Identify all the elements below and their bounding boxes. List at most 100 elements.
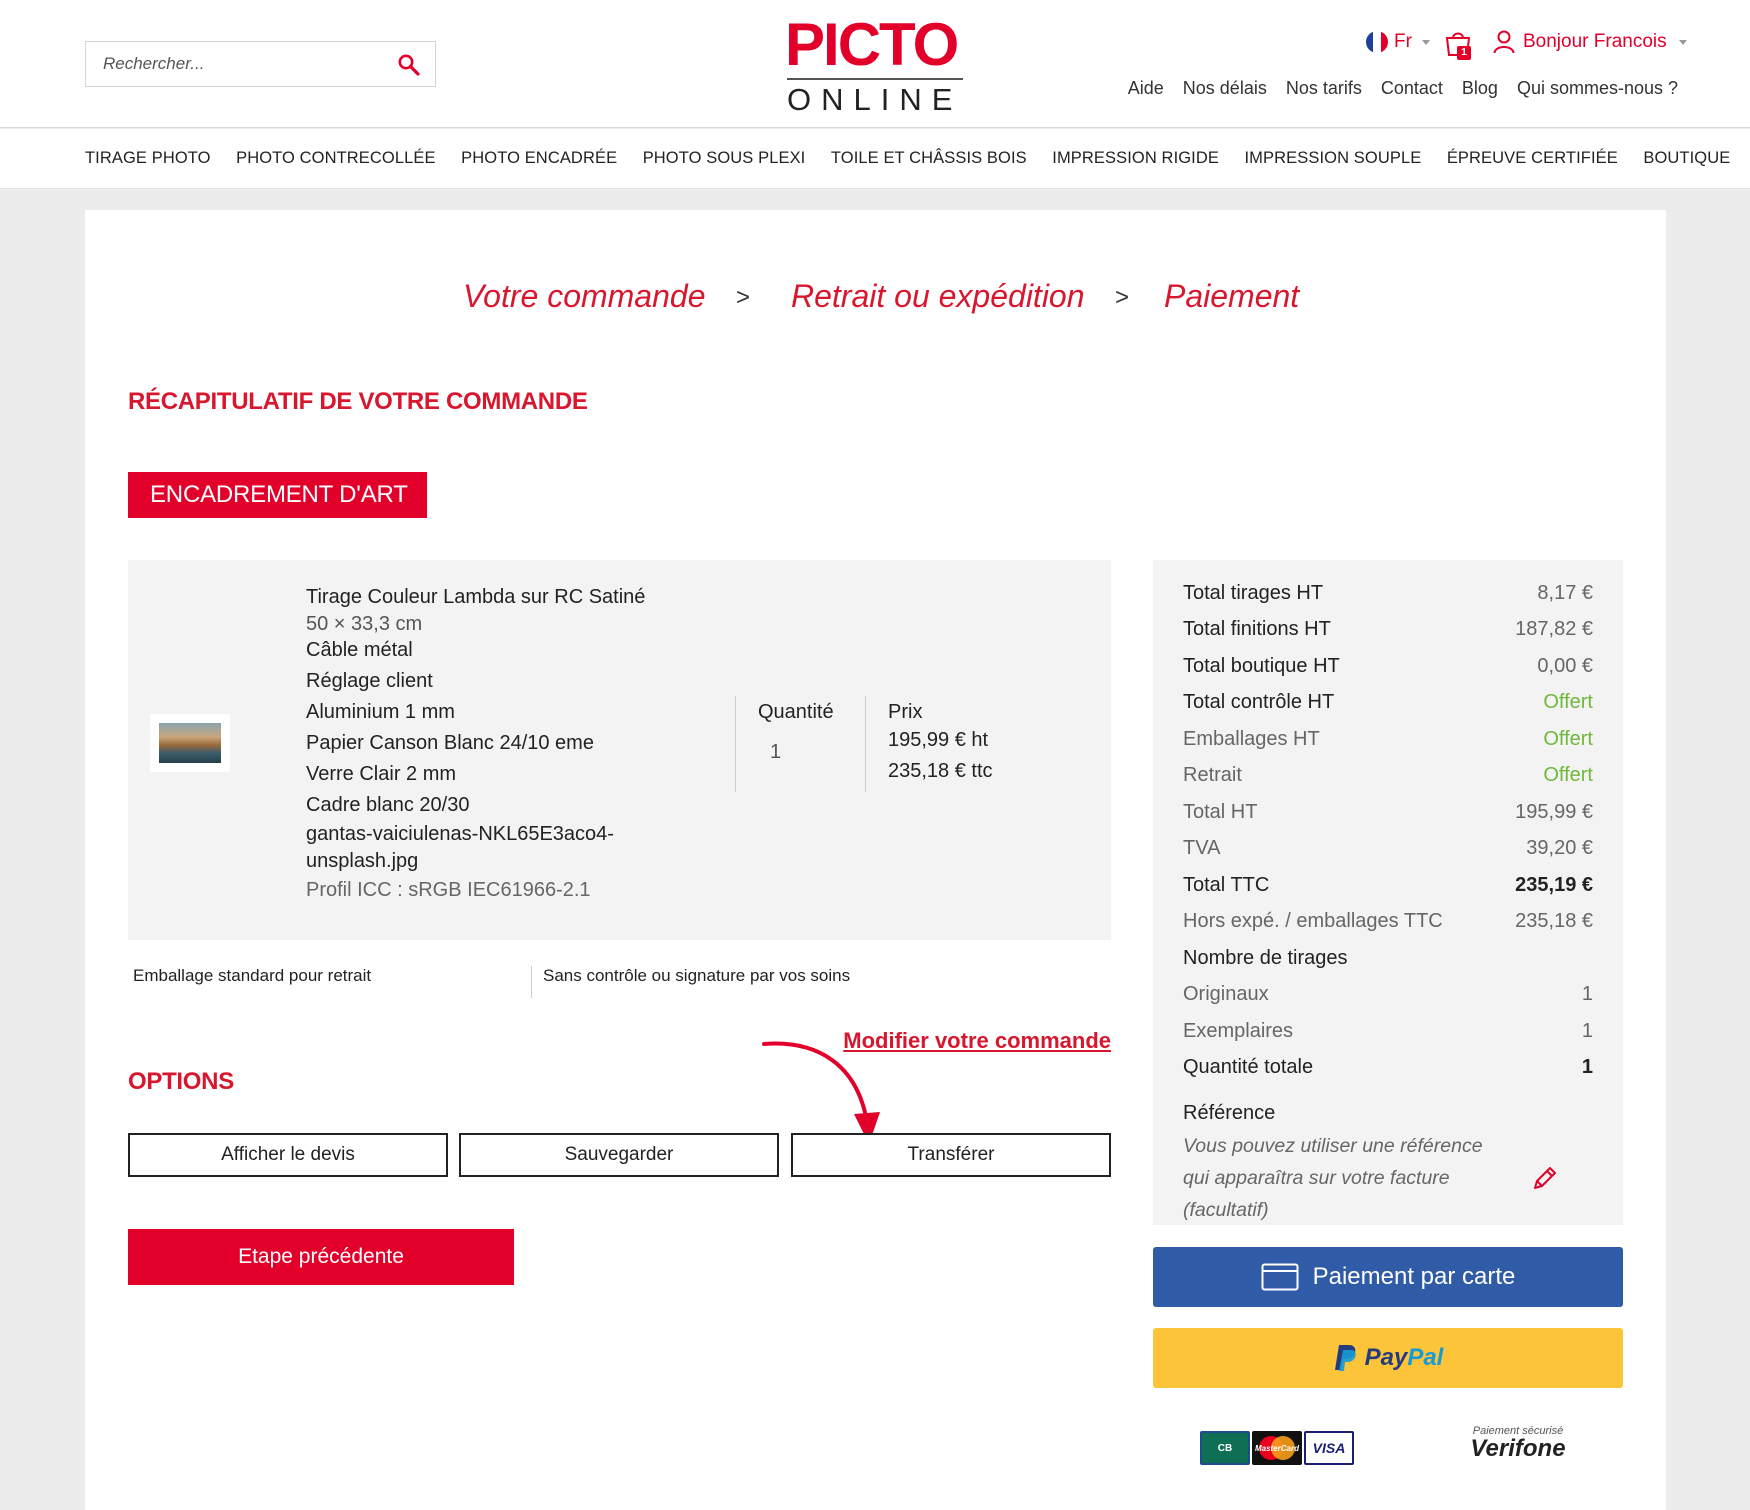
paypal-logo-icon — [1334, 1345, 1356, 1371]
nav-impression-rigide[interactable]: IMPRESSION RIGIDE — [1052, 149, 1219, 168]
language-selector[interactable]: Fr — [1366, 29, 1430, 55]
site-logo[interactable]: PICTO ONLINE — [785, 11, 965, 117]
options-title: OPTIONS — [128, 1068, 234, 1095]
top-links: Aide Nos délais Nos tarifs Contact Blog … — [1128, 78, 1678, 99]
summary-row: Retrait Offert — [1183, 764, 1593, 786]
link-contact[interactable]: Contact — [1381, 78, 1443, 99]
credit-card-icon — [1261, 1263, 1299, 1291]
french-flag-icon — [1366, 31, 1388, 53]
item-option: Réglage client — [306, 670, 433, 692]
accepted-cards: CB MasterCard VISA — [1200, 1431, 1354, 1465]
step-retrait-expedition[interactable]: Retrait ou expédition — [791, 278, 1085, 315]
order-panel: Votre commande > Retrait ou expédition >… — [85, 210, 1666, 1510]
paypal-button[interactable]: Pay Pal — [1153, 1328, 1623, 1388]
order-summary: Total tirages HT 8,17 € Total finitions H… — [1153, 560, 1623, 1225]
price-label: Prix — [888, 701, 923, 723]
pay-by-card-button[interactable]: Paiement par carte — [1153, 1247, 1623, 1307]
summary-row: TVA 39,20 € — [1183, 837, 1593, 859]
step-separator: > — [1115, 284, 1130, 311]
save-button[interactable]: Sauvegarder — [459, 1133, 779, 1177]
site-header: PICTO ONLINE Fr 1 Bonjour Francois Aide … — [0, 0, 1750, 128]
summary-row: Quantité totale 1 — [1183, 1056, 1593, 1078]
nav-photo-sous-plexi[interactable]: PHOTO SOUS PLEXI — [643, 149, 806, 168]
logo-picto-text: PICTO — [785, 11, 959, 78]
quantity-value: 1 — [770, 741, 782, 763]
link-aide[interactable]: Aide — [1128, 78, 1164, 99]
item-filename: unsplash.jpg — [306, 850, 419, 872]
item-name: Tirage Couleur Lambda sur RC Satiné — [306, 586, 646, 608]
price-ht: 195,99 € ht — [888, 729, 989, 751]
packaging-info: Emballage standard pour retrait — [133, 966, 372, 985]
search-input[interactable] — [86, 42, 386, 86]
nav-photo-contrecollee[interactable]: PHOTO CONTRECOLLÉE — [236, 149, 436, 168]
paypal-pay-text: Pay — [1364, 1344, 1408, 1371]
summary-row: Total tirages HT 8,17 € — [1183, 582, 1593, 604]
user-icon — [1493, 30, 1515, 54]
account-menu[interactable]: Bonjour Francois — [1493, 29, 1687, 55]
mastercard-icon: MasterCard — [1252, 1431, 1302, 1465]
quantity-column: Quantité 1 — [735, 696, 865, 792]
nav-tirage-photo[interactable]: TIRAGE PHOTO — [85, 149, 211, 168]
item-filename: gantas-vaiciulenas-NKL65E3aco4- — [306, 823, 614, 845]
recap-title: RÉCAPITULATIF DE VOTRE COMMANDE — [128, 388, 588, 415]
info-divider — [531, 966, 532, 998]
previous-step-button[interactable]: Etape précédente — [128, 1229, 514, 1285]
item-photo — [159, 723, 221, 763]
summary-row: Hors expé. / emballages TTC 235,18 € — [1183, 910, 1593, 932]
summary-row: Total contrôle HT Offert — [1183, 691, 1593, 713]
cart-count-badge: 1 — [1457, 46, 1471, 60]
summary-row: Total HT 195,99 € — [1183, 801, 1593, 823]
logo-online-text: ONLINE — [787, 82, 963, 117]
item-option: Verre Clair 2 mm — [306, 763, 457, 785]
item-option: Papier Canson Blanc 24/10 eme — [306, 732, 594, 754]
item-option: Cadre blanc 20/30 — [306, 794, 470, 816]
summary-row: Originaux 1 — [1183, 983, 1593, 1005]
pencil-icon[interactable] — [1531, 1164, 1559, 1192]
summary-row-total: Total TTC 235,19 € — [1183, 874, 1593, 896]
link-delais[interactable]: Nos délais — [1183, 78, 1267, 99]
verifone-badge: Paiement sécurisé Verifone — [1463, 1425, 1573, 1461]
paypal-pal-text: Pal — [1407, 1344, 1444, 1371]
item-icc-profile: Profil ICC : sRGB IEC61966-2.1 — [306, 879, 591, 901]
reference-title: Référence — [1183, 1102, 1276, 1124]
chevron-down-icon — [1678, 39, 1687, 45]
summary-row: Exemplaires 1 — [1183, 1020, 1593, 1042]
control-info: Sans contrôle ou signature par vos soins — [543, 966, 851, 985]
step-votre-commande[interactable]: Votre commande — [463, 278, 705, 315]
cart-button[interactable]: 1 — [1443, 28, 1473, 60]
item-option: Aluminium 1 mm — [306, 701, 455, 723]
main-nav: TIRAGE PHOTO PHOTO CONTRECOLLÉE PHOTO EN… — [0, 129, 1750, 189]
nav-photo-encadree[interactable]: PHOTO ENCADRÉE — [461, 149, 617, 168]
language-label: Fr — [1394, 31, 1412, 52]
item-option: Câble métal — [306, 639, 413, 661]
nav-toile-chassis[interactable]: TOILE ET CHÂSSIS BOIS — [831, 149, 1027, 168]
link-blog[interactable]: Blog — [1462, 78, 1498, 99]
summary-row-heading: Nombre de tirages — [1183, 947, 1348, 969]
account-label: Bonjour Francois — [1523, 31, 1667, 52]
item-size: 50 × 33,3 cm — [306, 613, 423, 635]
price-column: Prix 195,99 € ht 235,18 € ttc — [865, 696, 1065, 792]
visa-card-icon: VISA — [1304, 1431, 1354, 1465]
order-item: Tirage Couleur Lambda sur RC Satiné 50 ×… — [128, 560, 1111, 940]
nav-boutique[interactable]: BOUTIQUE — [1643, 149, 1730, 168]
cb-card-icon: CB — [1200, 1431, 1250, 1465]
step-paiement[interactable]: Paiement — [1164, 278, 1299, 315]
category-badge: ENCADREMENT D'ART — [128, 472, 427, 518]
logo-divider — [787, 78, 963, 80]
nav-impression-souple[interactable]: IMPRESSION SOUPLE — [1245, 149, 1422, 168]
search-icon[interactable] — [397, 53, 421, 77]
step-separator: > — [736, 284, 751, 311]
search-box — [85, 41, 436, 87]
chevron-down-icon — [1421, 39, 1430, 45]
show-quote-button[interactable]: Afficher le devis — [128, 1133, 448, 1177]
summary-row: Total boutique HT 0,00 € — [1183, 655, 1593, 677]
reference-hint: Vous pouvez utiliser une référence qui a… — [1183, 1135, 1483, 1221]
link-tarifs[interactable]: Nos tarifs — [1286, 78, 1362, 99]
summary-row: Total finitions HT 187,82 € — [1183, 618, 1593, 640]
summary-row: Emballages HT Offert — [1183, 728, 1593, 750]
verifone-logo: Verifone — [1470, 1435, 1566, 1462]
pay-by-card-label: Paiement par carte — [1312, 1263, 1516, 1290]
nav-epreuve-certifiee[interactable]: ÉPREUVE CERTIFIÉE — [1447, 149, 1618, 168]
transfer-button[interactable]: Transférer — [791, 1133, 1111, 1177]
link-about[interactable]: Qui sommes-nous ? — [1517, 78, 1678, 99]
